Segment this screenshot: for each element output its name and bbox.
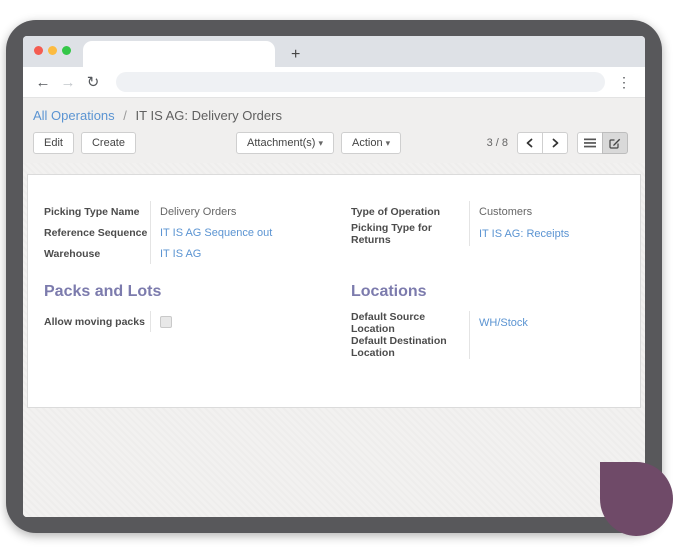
section-title-packs-and-lots: Packs and Lots bbox=[44, 283, 317, 301]
field-type-of-operation: Type of Operation Customers bbox=[351, 201, 624, 222]
allow-moving-packs-checkbox[interactable] bbox=[160, 316, 172, 328]
field-allow-moving-packs: Allow moving packs bbox=[44, 311, 317, 332]
field-value bbox=[150, 311, 317, 332]
section-title-locations: Locations bbox=[351, 283, 624, 301]
reference-sequence-link[interactable]: IT IS AG Sequence out bbox=[150, 222, 317, 243]
field-label: Reference Sequence bbox=[44, 222, 150, 243]
field-value-empty bbox=[469, 335, 624, 359]
browser-menu-icon[interactable]: ⋮ bbox=[613, 74, 635, 91]
odoo-app: All Operations / IT IS AG: Delivery Orde… bbox=[23, 98, 645, 517]
browser-window-frame: + ← → ↻ ⋮ All Operations / IT IS AG: Del… bbox=[6, 20, 662, 533]
browser-window: + ← → ↻ ⋮ All Operations / IT IS AG: Del… bbox=[23, 36, 645, 517]
chevron-down-icon: ▾ bbox=[386, 138, 391, 148]
field-group-main-right: Type of Operation Customers Picking Type… bbox=[351, 201, 624, 267]
field-warehouse: Warehouse IT IS AG bbox=[44, 243, 317, 264]
page: + ← → ↻ ⋮ All Operations / IT IS AG: Del… bbox=[0, 0, 680, 553]
warehouse-link[interactable]: IT IS AG bbox=[150, 243, 317, 264]
action-dropdown-button[interactable]: Action▾ bbox=[341, 132, 401, 154]
default-source-location-link[interactable]: WH/Stock bbox=[469, 311, 624, 335]
form-sheet: Picking Type Name Delivery Orders Refere… bbox=[27, 174, 641, 408]
field-reference-sequence: Reference Sequence IT IS AG Sequence out bbox=[44, 222, 317, 243]
pager-count: 3 / 8 bbox=[487, 137, 508, 149]
field-label: Warehouse bbox=[44, 243, 150, 264]
edit-button[interactable]: Edit bbox=[33, 132, 74, 154]
view-switcher bbox=[577, 132, 628, 154]
attachments-dropdown-button[interactable]: Attachment(s)▾ bbox=[236, 132, 334, 154]
control-panel: Edit Create Attachment(s)▾ Action▾ 3 / 8 bbox=[23, 128, 645, 163]
minimize-window-button[interactable] bbox=[48, 46, 57, 55]
maximize-window-button[interactable] bbox=[62, 46, 71, 55]
field-picking-type-for-returns: Picking Type for Returns IT IS AG: Recei… bbox=[351, 222, 624, 246]
field-label: Default Destination Location bbox=[351, 335, 469, 359]
close-window-button[interactable] bbox=[34, 46, 43, 55]
field-value: Customers bbox=[469, 201, 624, 222]
list-view-icon bbox=[584, 138, 596, 148]
window-controls bbox=[34, 46, 71, 55]
new-tab-button[interactable]: + bbox=[291, 47, 300, 63]
chevron-right-icon bbox=[550, 138, 560, 148]
field-group-main-left: Picking Type Name Delivery Orders Refere… bbox=[44, 201, 317, 267]
breadcrumb-separator: / bbox=[123, 108, 127, 123]
form-left-column: Picking Type Name Delivery Orders Refere… bbox=[44, 201, 317, 359]
form-right-column: Type of Operation Customers Picking Type… bbox=[351, 201, 624, 359]
purple-teardrop-shape bbox=[600, 462, 673, 536]
field-default-destination-location: Default Destination Location bbox=[351, 335, 624, 359]
url-bar[interactable] bbox=[116, 72, 605, 92]
breadcrumb: All Operations / IT IS AG: Delivery Orde… bbox=[23, 98, 645, 128]
pager-previous-button[interactable] bbox=[517, 132, 543, 154]
field-picking-type-name: Picking Type Name Delivery Orders bbox=[44, 201, 317, 222]
forward-icon[interactable]: → bbox=[58, 74, 78, 91]
browser-nav-bar: ← → ↻ ⋮ bbox=[23, 67, 645, 98]
field-default-source-location: Default Source Location WH/Stock bbox=[351, 311, 624, 335]
chevron-left-icon bbox=[525, 138, 535, 148]
attachments-label: Attachment(s) bbox=[247, 137, 315, 149]
breadcrumb-all-operations-link[interactable]: All Operations bbox=[33, 108, 115, 123]
back-icon[interactable]: ← bbox=[33, 74, 53, 91]
reload-icon[interactable]: ↻ bbox=[83, 73, 103, 91]
chevron-down-icon: ▾ bbox=[318, 138, 323, 148]
picking-type-for-returns-link[interactable]: IT IS AG: Receipts bbox=[469, 222, 624, 246]
field-label: Picking Type Name bbox=[44, 201, 150, 222]
field-label: Allow moving packs bbox=[44, 311, 150, 332]
action-label: Action bbox=[352, 137, 383, 149]
field-label: Type of Operation bbox=[351, 201, 469, 222]
pager-next-button[interactable] bbox=[542, 132, 568, 154]
form-view-button[interactable] bbox=[602, 132, 628, 154]
field-value: Delivery Orders bbox=[150, 201, 317, 222]
browser-tab-bar: + bbox=[23, 36, 645, 67]
create-button[interactable]: Create bbox=[81, 132, 136, 154]
browser-tab[interactable] bbox=[83, 41, 275, 67]
form-view-background: Picking Type Name Delivery Orders Refere… bbox=[23, 163, 645, 517]
field-label: Default Source Location bbox=[351, 311, 469, 335]
field-group-locations: Default Source Location WH/Stock Default… bbox=[351, 311, 624, 359]
action-button-group: Attachment(s)▾ Action▾ bbox=[236, 132, 401, 154]
list-view-button[interactable] bbox=[577, 132, 603, 154]
field-label: Picking Type for Returns bbox=[351, 222, 469, 246]
breadcrumb-current: IT IS AG: Delivery Orders bbox=[136, 108, 282, 123]
form-edit-icon bbox=[609, 137, 621, 149]
pager-buttons bbox=[517, 132, 568, 154]
field-group-packs: Allow moving packs bbox=[44, 311, 317, 332]
